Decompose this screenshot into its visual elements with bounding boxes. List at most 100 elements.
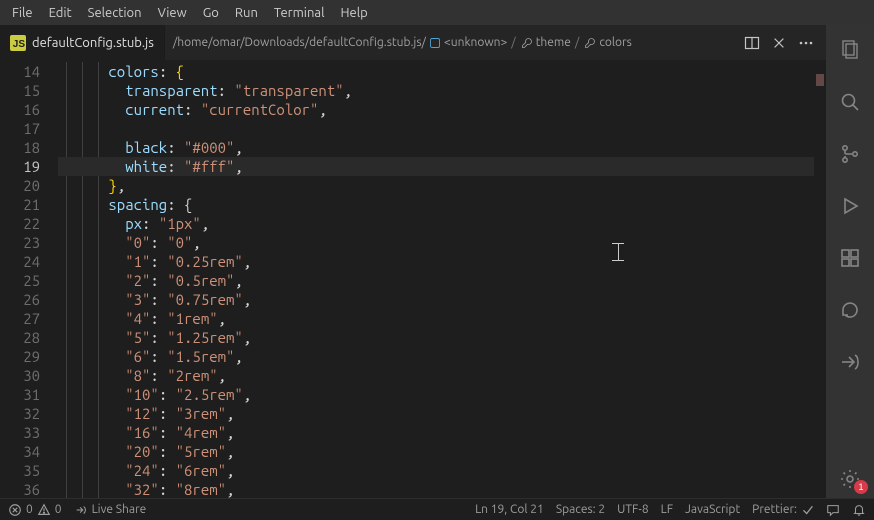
line-number: 34 bbox=[0, 442, 40, 461]
line-number: 14 bbox=[0, 62, 40, 81]
code-line[interactable] bbox=[58, 119, 814, 138]
tab-active[interactable]: JS defaultConfig.stub.js bbox=[0, 25, 165, 60]
code-line[interactable]: "5": "1.25rem", bbox=[58, 328, 814, 347]
split-editor-icon[interactable] bbox=[744, 35, 760, 51]
extensions-icon[interactable] bbox=[826, 239, 874, 277]
line-number: 22 bbox=[0, 214, 40, 233]
code-line[interactable]: "10": "2.5rem", bbox=[58, 385, 814, 404]
code-line[interactable]: "12": "3rem", bbox=[58, 404, 814, 423]
js-file-icon: JS bbox=[10, 35, 26, 51]
explorer-icon[interactable] bbox=[826, 31, 874, 69]
tab-strip: JS defaultConfig.stub.js /home/omar/Down… bbox=[0, 25, 826, 60]
code-line[interactable]: "2": "0.5rem", bbox=[58, 271, 814, 290]
menu-edit[interactable]: Edit bbox=[41, 3, 80, 23]
more-icon[interactable] bbox=[798, 35, 814, 51]
liveshare-label: Live Share bbox=[92, 503, 147, 516]
breadcrumb[interactable]: /home/omar/Downloads/defaultConfig.stub.… bbox=[165, 36, 732, 50]
line-number: 32 bbox=[0, 404, 40, 423]
prettier-label: Prettier: bbox=[752, 503, 797, 516]
line-number: 28 bbox=[0, 328, 40, 347]
search-icon[interactable] bbox=[826, 83, 874, 121]
menubar: File Edit Selection View Go Run Terminal… bbox=[0, 0, 874, 25]
code-line[interactable]: black: "#000", bbox=[58, 138, 814, 157]
code-area[interactable]: colors: { transparent: "transparent", cu… bbox=[58, 60, 814, 498]
status-encoding[interactable]: UTF-8 bbox=[617, 503, 648, 516]
line-number: 36 bbox=[0, 480, 40, 498]
line-number: 20 bbox=[0, 176, 40, 195]
tab-title: defaultConfig.stub.js bbox=[32, 36, 154, 50]
breadcrumb-theme: theme bbox=[536, 36, 571, 49]
code-line[interactable]: }, bbox=[58, 176, 814, 195]
symbol-object-icon bbox=[428, 36, 442, 50]
code-line[interactable]: "6": "1.5rem", bbox=[58, 347, 814, 366]
status-position[interactable]: Ln 19, Col 21 bbox=[475, 503, 544, 516]
menu-help[interactable]: Help bbox=[332, 3, 375, 23]
settings-gear-icon[interactable]: 1 bbox=[826, 460, 874, 498]
warning-count: 0 bbox=[55, 503, 62, 516]
menu-go[interactable]: Go bbox=[195, 3, 227, 23]
wrench-icon bbox=[583, 36, 597, 50]
error-count: 0 bbox=[26, 503, 33, 516]
line-number: 33 bbox=[0, 423, 40, 442]
status-bar: 0 0 Live Share Ln 19, Col 21 Spaces: 2 U… bbox=[0, 498, 874, 520]
status-prettier[interactable]: Prettier: bbox=[752, 503, 814, 516]
status-spaces[interactable]: Spaces: 2 bbox=[556, 503, 605, 516]
code-line[interactable]: white: "#fff", bbox=[58, 157, 814, 176]
menu-run[interactable]: Run bbox=[227, 3, 266, 23]
feedback-icon[interactable] bbox=[826, 503, 840, 517]
line-number: 30 bbox=[0, 366, 40, 385]
code-line[interactable]: "8": "2rem", bbox=[58, 366, 814, 385]
code-line[interactable]: "32": "8rem", bbox=[58, 480, 814, 498]
line-number: 17 bbox=[0, 119, 40, 138]
breadcrumb-path: /home/omar/Downloads/defaultConfig.stub.… bbox=[173, 36, 426, 49]
line-number: 24 bbox=[0, 252, 40, 271]
line-number: 31 bbox=[0, 385, 40, 404]
status-eol[interactable]: LF bbox=[661, 503, 673, 516]
status-errors[interactable]: 0 0 bbox=[8, 503, 62, 517]
breadcrumb-colors: colors bbox=[599, 36, 631, 49]
run-debug-icon[interactable] bbox=[826, 187, 874, 225]
menu-terminal[interactable]: Terminal bbox=[266, 3, 333, 23]
overview-marker bbox=[816, 74, 824, 86]
line-number: 23 bbox=[0, 233, 40, 252]
code-line[interactable]: "16": "4rem", bbox=[58, 423, 814, 442]
line-number: 27 bbox=[0, 309, 40, 328]
code-line[interactable]: "4": "1rem", bbox=[58, 309, 814, 328]
line-number: 29 bbox=[0, 347, 40, 366]
update-badge: 1 bbox=[854, 480, 868, 494]
share-icon[interactable] bbox=[826, 343, 874, 381]
line-number: 16 bbox=[0, 100, 40, 119]
menu-selection[interactable]: Selection bbox=[80, 3, 150, 23]
line-number: 19 bbox=[0, 157, 40, 176]
wrench-icon bbox=[520, 36, 534, 50]
line-number: 18 bbox=[0, 138, 40, 157]
editor[interactable]: 1415161718192021222324252627282930313233… bbox=[0, 60, 826, 498]
code-line[interactable]: colors: { bbox=[58, 62, 814, 81]
menu-view[interactable]: View bbox=[150, 3, 195, 23]
menu-file[interactable]: File bbox=[4, 3, 41, 23]
line-number: 35 bbox=[0, 461, 40, 480]
bell-icon[interactable] bbox=[852, 503, 866, 517]
line-gutter: 1415161718192021222324252627282930313233… bbox=[0, 60, 58, 498]
code-line[interactable]: "3": "0.75rem", bbox=[58, 290, 814, 309]
overview-ruler[interactable] bbox=[814, 60, 826, 498]
line-number: 21 bbox=[0, 195, 40, 214]
line-number: 15 bbox=[0, 81, 40, 100]
code-line[interactable]: px: "1px", bbox=[58, 214, 814, 233]
status-liveshare[interactable]: Live Share bbox=[74, 503, 147, 517]
code-line[interactable]: spacing: { bbox=[58, 195, 814, 214]
breadcrumb-unknown: <unknown> bbox=[444, 36, 507, 49]
status-language[interactable]: JavaScript bbox=[685, 503, 740, 516]
code-line[interactable]: "20": "5rem", bbox=[58, 442, 814, 461]
code-line[interactable]: current: "currentColor", bbox=[58, 100, 814, 119]
code-line[interactable]: "1": "0.25rem", bbox=[58, 252, 814, 271]
source-control-icon[interactable] bbox=[826, 135, 874, 173]
code-line[interactable]: "0": "0", bbox=[58, 233, 814, 252]
code-line[interactable]: transparent: "transparent", bbox=[58, 81, 814, 100]
refresh-icon[interactable] bbox=[826, 291, 874, 329]
line-number: 26 bbox=[0, 290, 40, 309]
close-icon[interactable] bbox=[772, 36, 786, 50]
line-number: 25 bbox=[0, 271, 40, 290]
code-line[interactable]: "24": "6rem", bbox=[58, 461, 814, 480]
activity-bar: 1 bbox=[826, 25, 874, 498]
